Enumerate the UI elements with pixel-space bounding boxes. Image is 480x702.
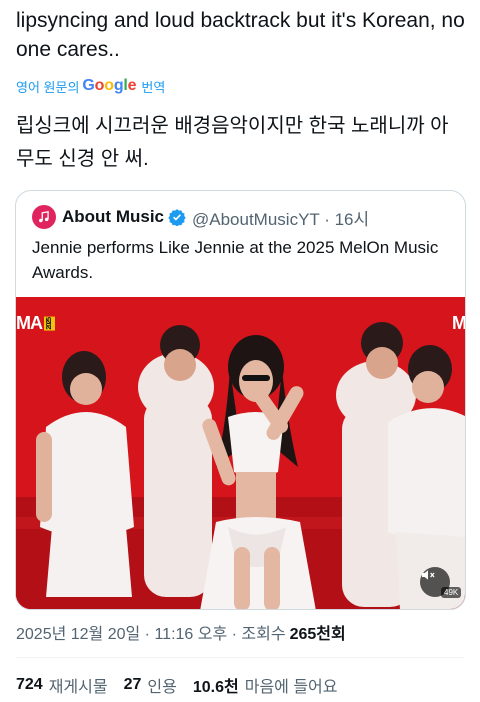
translate-attribution[interactable]: 영어 원문의 Google 번역 bbox=[16, 76, 165, 96]
verified-badge-icon bbox=[168, 209, 186, 226]
video-views-badge: 49K bbox=[441, 587, 462, 598]
reposts-count[interactable]: 724 bbox=[16, 676, 43, 694]
music-note-icon[interactable] bbox=[32, 205, 56, 229]
divider bbox=[16, 657, 464, 658]
translate-suffix: 번역 bbox=[141, 79, 166, 95]
tweet-text: lipsyncing and loud backtrack but it's K… bbox=[16, 9, 465, 61]
quote-video[interactable]: MA 2025 M 49K bbox=[16, 297, 466, 609]
tweet-meta: 2025년 12월 20일 · 11:16 오후 · 조회수 265천회 bbox=[16, 620, 346, 644]
google-logo: Google bbox=[82, 77, 137, 94]
quotes-count[interactable]: 27 bbox=[124, 676, 142, 694]
quote-tweet-card[interactable]: About Music @AboutMusicYT · 16시 Jennie p… bbox=[15, 190, 466, 610]
translated-text: 립싱크에 시끄러운 배경음악이지만 한국 노래니까 아무도 신경 안 써. bbox=[16, 115, 449, 170]
year-badge: 2025 bbox=[44, 317, 55, 332]
likes-label[interactable]: 마음에 들어요 bbox=[245, 673, 338, 697]
broadcast-logo-left: MA 2025 bbox=[16, 313, 55, 333]
quotes-label[interactable]: 인용 bbox=[147, 673, 176, 697]
translate-prefix: 영어 원문의 bbox=[16, 79, 80, 95]
quote-author-name[interactable]: About Music bbox=[62, 207, 164, 227]
likes-count[interactable]: 10.6천 bbox=[193, 673, 239, 697]
view-count: 265천회 bbox=[289, 626, 346, 643]
broadcast-logo-right: M bbox=[452, 313, 466, 333]
timestamp[interactable]: 2025년 12월 20일 · 11:16 오후 · 조회수 bbox=[16, 620, 286, 644]
reposts-label[interactable]: 재게시물 bbox=[49, 673, 108, 697]
quote-text: Jennie performs Like Jennie at the 2025 … bbox=[32, 238, 439, 282]
quote-handle-time[interactable]: @AboutMusicYT · 16시 bbox=[192, 205, 369, 230]
quote-header: About Music @AboutMusicYT · 16시 bbox=[32, 205, 369, 229]
engagement-stats: 724 재게시물 27 인용 10.6천 마음에 들어요 bbox=[16, 674, 353, 696]
video-frame bbox=[16, 297, 465, 609]
